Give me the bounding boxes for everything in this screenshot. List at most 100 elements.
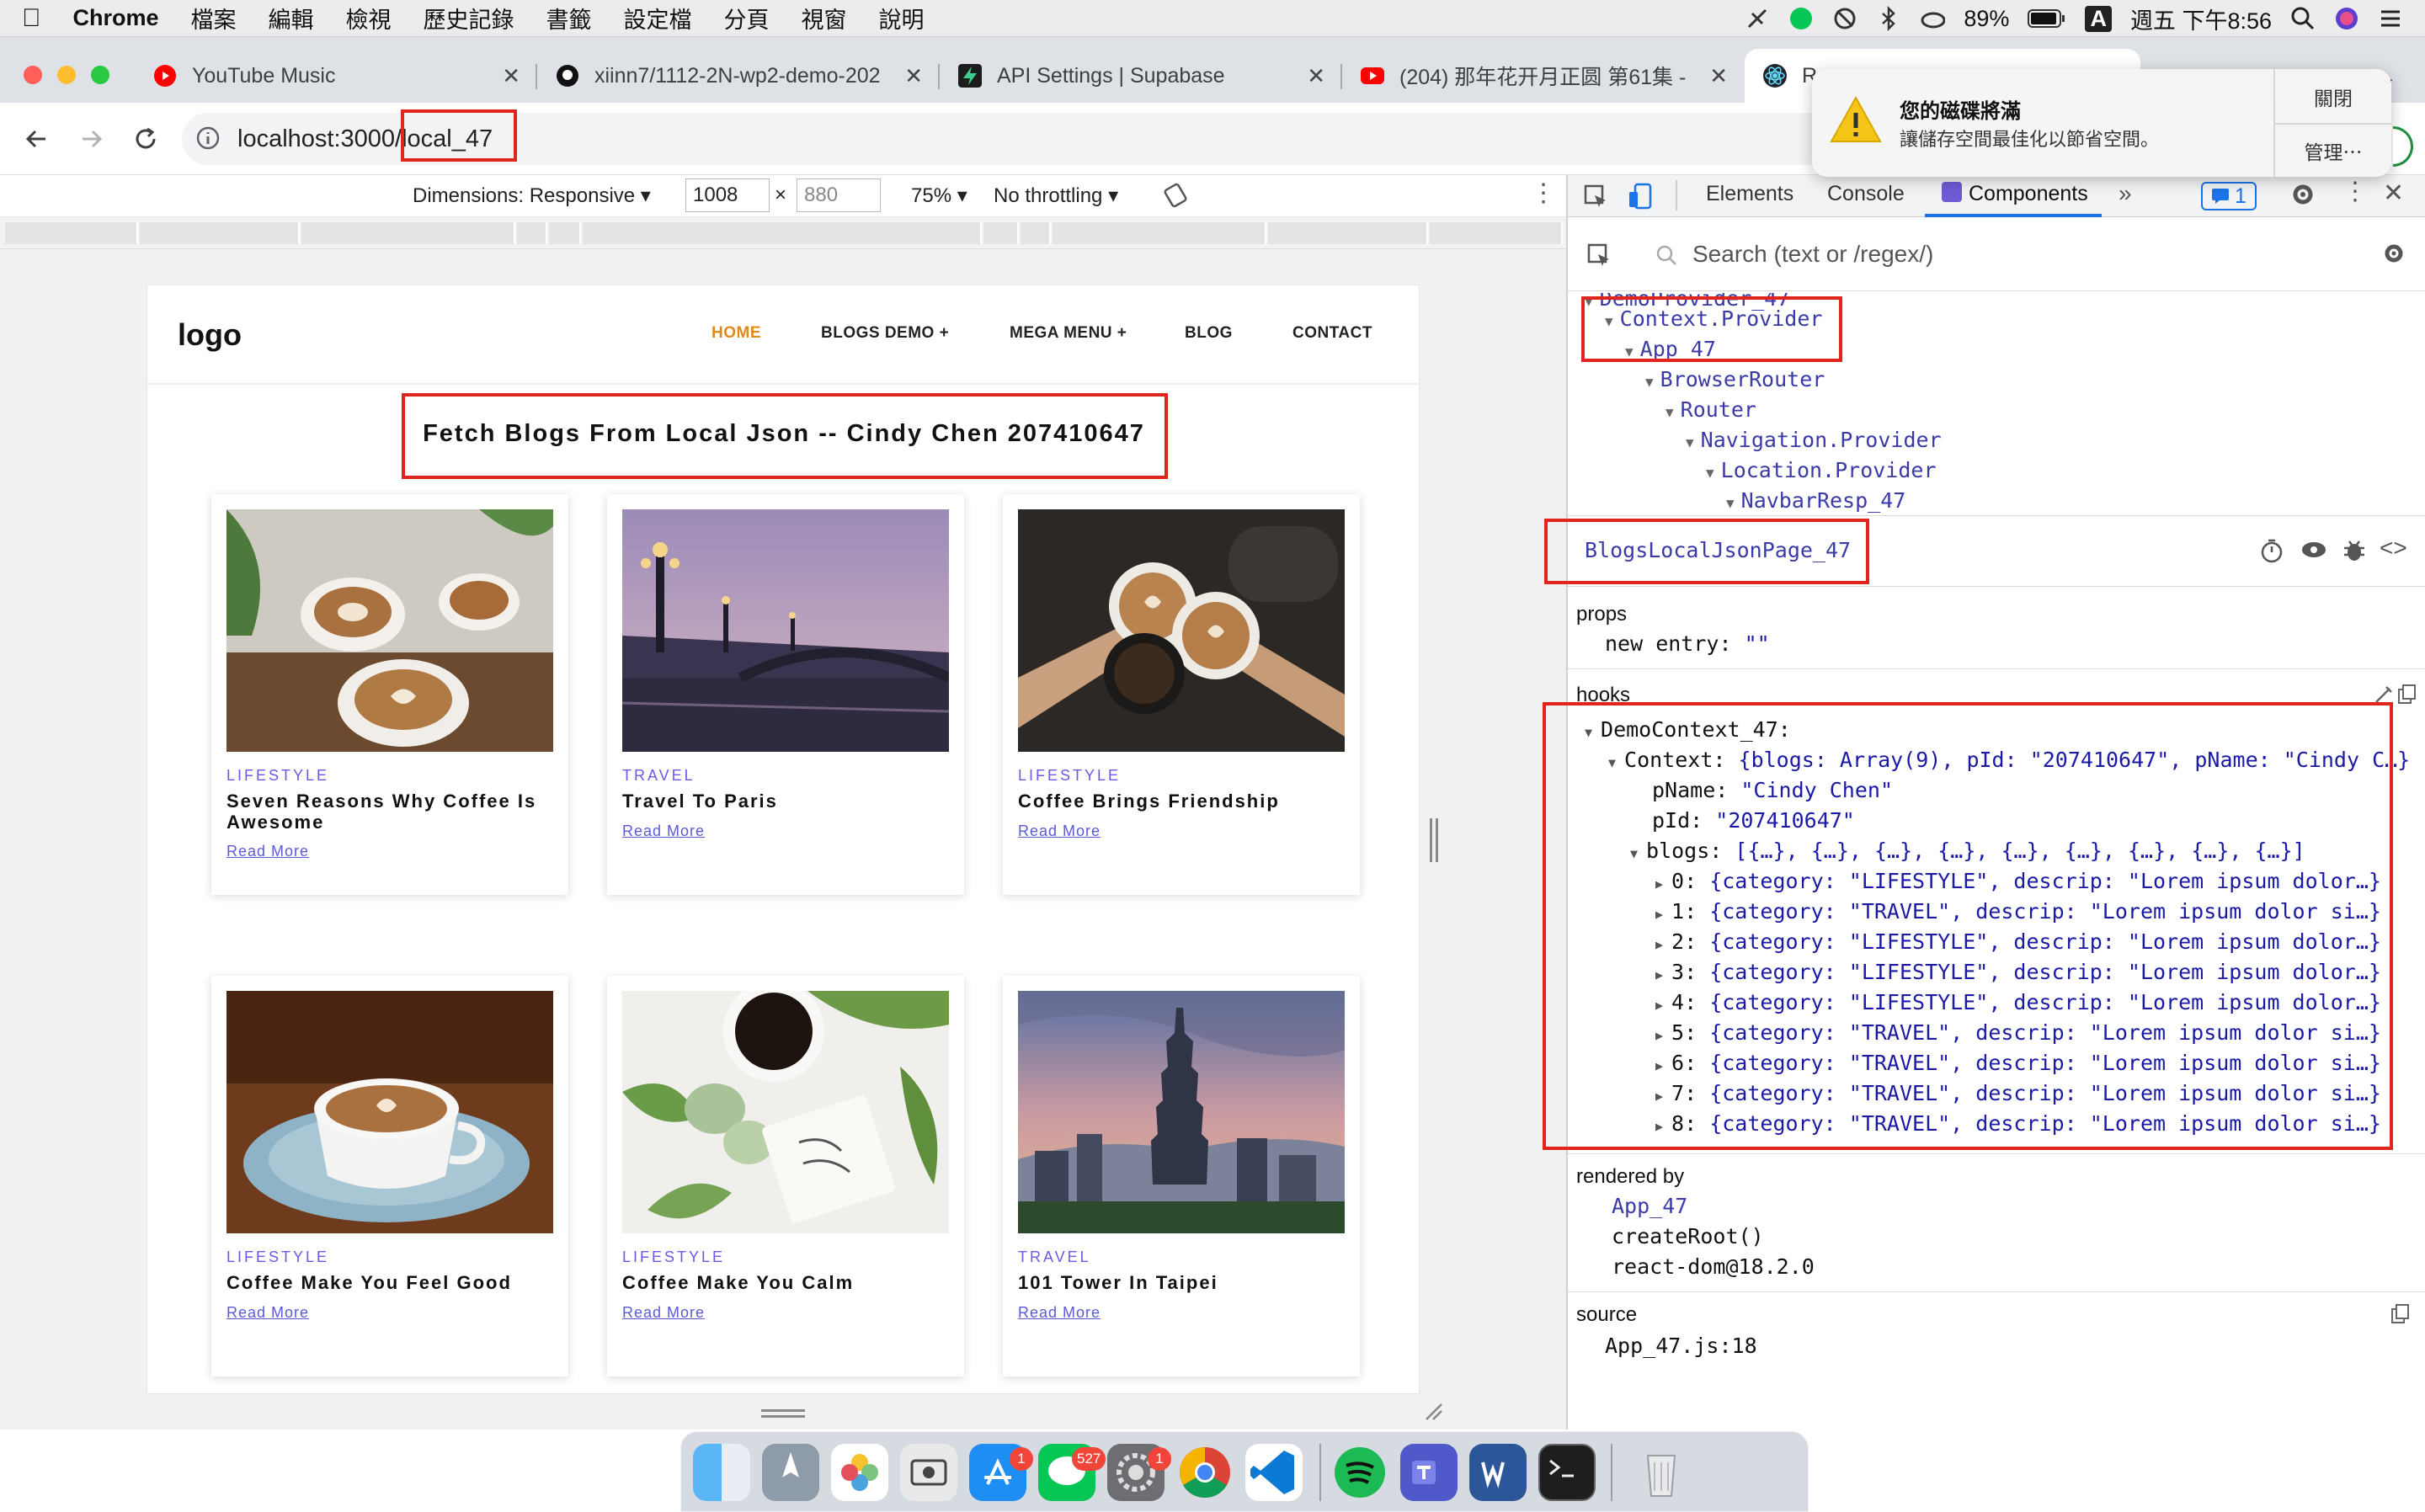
component-search-input[interactable]: Search (text or /regex/) <box>1692 241 1933 268</box>
viewport-resize-handle-right[interactable] <box>1430 818 1438 862</box>
input-method-indicator[interactable]: A <box>2085 5 2112 32</box>
tree-node[interactable]: ▼ Navigation.Provider <box>1686 428 1942 452</box>
menu-profiles[interactable]: 設定檔 <box>624 2 692 35</box>
inspect-element-icon[interactable] <box>1583 184 1608 209</box>
card-title[interactable]: Coffee Brings Friendship <box>1018 791 1346 812</box>
menu-help[interactable]: 說明 <box>879 2 925 35</box>
hook-blog-item[interactable]: ▶ 8: {category: "TRAVEL", descrip: "Lorem… <box>1655 1111 2381 1136</box>
bluetooth-icon[interactable] <box>1876 6 1901 31</box>
viewport-resize-handle-bottom[interactable] <box>761 1409 805 1418</box>
read-more-link[interactable]: Read More <box>227 843 309 860</box>
app-store-icon[interactable]: 1 <box>969 1444 1033 1501</box>
devtools-close-icon[interactable]: ✕ <box>2383 178 2404 208</box>
menu-app-name[interactable]: Chrome <box>73 5 159 31</box>
cut-tool-icon[interactable] <box>1745 6 1770 31</box>
launchpad-icon[interactable] <box>762 1444 819 1501</box>
blog-card[interactable]: TRAVEL 101 Tower In Taipei Read More <box>1003 976 1360 1376</box>
trash-icon[interactable] <box>1633 1444 1690 1501</box>
nav-mega-menu[interactable]: MEGA MENU + <box>1010 324 1127 343</box>
device-toggle-icon[interactable] <box>1627 182 1654 210</box>
blog-card[interactable]: LIFESTYLE Coffee Make You Feel Good Read… <box>211 976 568 1376</box>
nav-blog[interactable]: BLOG <box>1185 324 1233 343</box>
hook-blog-item[interactable]: ▶ 2: {category: "LIFESTYLE", descrip: "Lo… <box>1655 929 2381 954</box>
vpn-icon[interactable] <box>1832 6 1857 31</box>
window-close-button[interactable] <box>24 66 42 84</box>
tab-console[interactable]: Console <box>1827 182 1905 206</box>
tab-supabase[interactable]: API Settings | Supabase ✕ <box>940 49 1339 103</box>
hook-blog-item[interactable]: ▶ 3: {category: "LIFESTYLE", descrip: "Lo… <box>1655 960 2381 984</box>
blog-card[interactable]: LIFESTYLE Coffee Brings Friendship Read … <box>1003 494 1360 895</box>
hook-blog-item[interactable]: ▶ 4: {category: "LIFESTYLE", descrip: "Lo… <box>1655 990 2381 1014</box>
tab-close-icon[interactable]: ✕ <box>502 63 520 89</box>
view-source-icon[interactable]: <> <box>2380 535 2407 562</box>
more-tabs-chevron-icon[interactable]: » <box>2119 180 2132 207</box>
hook-context-value[interactable]: ▼ Context: {blogs: Array(9), pId: "207410… <box>1608 748 2410 772</box>
cloud-sync-icon[interactable] <box>1920 6 1946 31</box>
vscode-icon[interactable] <box>1245 1444 1303 1501</box>
menu-history[interactable]: 歷史記錄 <box>424 2 514 35</box>
menu-tab[interactable]: 分頁 <box>724 2 770 35</box>
zoom-select[interactable]: 75% ▾ <box>911 184 967 208</box>
spotify-icon[interactable] <box>1331 1444 1388 1501</box>
blog-card[interactable]: LIFESTYLE Seven Reasons Why Coffee Is Aw… <box>211 494 568 895</box>
menu-file[interactable]: 檔案 <box>191 2 237 35</box>
source-location[interactable]: App_47.js:18 <box>1605 1334 1757 1358</box>
hook-context-name[interactable]: ▼ DemoContext_47: <box>1585 717 1791 742</box>
tab-components[interactable]: Components <box>1969 182 2088 206</box>
teams-icon[interactable] <box>1400 1444 1458 1501</box>
menu-view[interactable]: 檢視 <box>346 2 392 35</box>
line-app-icon[interactable]: 527 <box>1038 1444 1106 1501</box>
notification-close-button[interactable]: 關閉 <box>2275 83 2391 111</box>
tree-node[interactable]: ▼ BrowserRouter <box>1645 367 1825 391</box>
copy-hooks-icon[interactable] <box>2396 684 2418 705</box>
edit-hooks-icon[interactable] <box>2373 684 2395 705</box>
system-settings-icon[interactable]: 1 <box>1107 1444 1171 1501</box>
notification-manage-button[interactable]: 管理⋯ <box>2275 136 2391 165</box>
tree-node[interactable]: ▼ Location.Provider <box>1706 458 1937 482</box>
log-bug-icon[interactable] <box>2342 538 2366 563</box>
siri-icon[interactable] <box>2334 6 2359 31</box>
screenshot-icon[interactable] <box>900 1444 957 1501</box>
hook-blog-item[interactable]: ▶ 5: {category: "TRAVEL", descrip: "Lorem… <box>1655 1020 2381 1045</box>
battery-icon[interactable] <box>2028 6 2066 31</box>
back-button[interactable] <box>19 121 54 157</box>
hook-blog-item[interactable]: ▶ 0: {category: "LIFESTYLE", descrip: "Lo… <box>1655 869 2381 893</box>
site-info-icon[interactable] <box>195 125 221 151</box>
devtools-menu-icon[interactable]: ⋮ <box>2342 177 2368 206</box>
spotlight-search-icon[interactable] <box>2290 6 2316 31</box>
suspend-timer-icon[interactable] <box>2260 538 2284 563</box>
throttling-select[interactable]: No throttling ▾ <box>994 184 1118 208</box>
tree-node[interactable]: ▼ Router <box>1666 397 1756 422</box>
tab-youtube-video[interactable]: (204) 那年花开月正圆 第61集 - ✕ <box>1342 49 1741 103</box>
nav-contact[interactable]: CONTACT <box>1292 324 1372 343</box>
menu-edit[interactable]: 編輯 <box>269 2 314 35</box>
window-minimize-button[interactable] <box>57 66 76 84</box>
tab-close-icon[interactable]: ✕ <box>904 63 923 89</box>
rotate-icon[interactable] <box>1162 182 1189 209</box>
photos-icon[interactable] <box>831 1444 888 1501</box>
menu-window[interactable]: 視窗 <box>802 2 847 35</box>
apple-icon[interactable]:  <box>22 4 41 33</box>
device-height-input[interactable]: 880 <box>797 178 881 212</box>
chrome-icon[interactable] <box>1176 1444 1234 1501</box>
hook-blog-item[interactable]: ▶ 1: {category: "TRAVEL", descrip: "Lorem… <box>1655 899 2381 924</box>
window-zoom-button[interactable] <box>91 66 109 84</box>
rendered-by-app[interactable]: App_47 <box>1612 1194 1687 1218</box>
tab-github[interactable]: xiinn7/1112-2N-wp2-demo-202 ✕ <box>537 49 936 103</box>
tree-node[interactable]: ▼ NavbarResp_47 <box>1726 488 1905 513</box>
terminal-icon[interactable] <box>1538 1444 1596 1501</box>
menubar-clock[interactable]: 週五 下午8:56 <box>2130 3 2272 35</box>
site-logo[interactable]: logo <box>178 317 242 353</box>
issues-badge[interactable]: 1 <box>2201 182 2257 210</box>
control-center-icon[interactable] <box>2378 6 2403 31</box>
line-status-icon[interactable] <box>1788 6 1814 31</box>
tab-elements[interactable]: Elements <box>1706 182 1793 206</box>
nav-home[interactable]: HOME <box>712 324 761 343</box>
read-more-link[interactable]: Read More <box>1018 1304 1101 1322</box>
card-title[interactable]: Coffee Make You Feel Good <box>227 1272 555 1293</box>
viewport-resize-corner-icon[interactable] <box>1423 1401 1443 1421</box>
blog-card[interactable]: TRAVEL Travel To Paris Read More <box>607 494 964 895</box>
blog-card[interactable]: LIFESTYLE Coffee Make You Calm Read More <box>607 976 964 1376</box>
dimensions-select[interactable]: Dimensions: Responsive ▾ <box>413 184 651 208</box>
read-more-link[interactable]: Read More <box>622 823 705 840</box>
